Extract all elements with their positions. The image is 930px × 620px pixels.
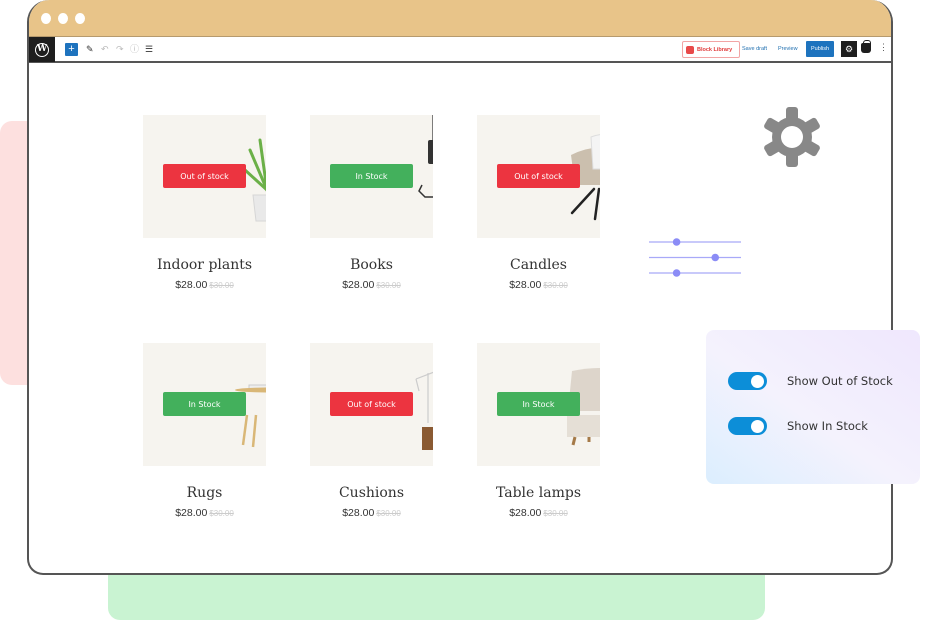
product-price: $28.00 $30.00 [143, 279, 266, 291]
stock-status-badge: In Stock [497, 392, 580, 416]
slider-handle[interactable] [672, 269, 681, 277]
edit-pencil-icon[interactable]: ✎ [86, 42, 94, 56]
product-image[interactable]: In Stock [477, 343, 600, 466]
list-view-icon[interactable]: ☰ [145, 42, 153, 56]
publish-button[interactable]: Publish [806, 41, 834, 57]
show-in-stock-toggle[interactable] [728, 417, 767, 435]
show-out-of-stock-toggle[interactable] [728, 372, 767, 390]
product-card[interactable]: Out of stock Candles $28.00 $30.00 [477, 115, 600, 291]
product-price: $28.00 $30.00 [477, 507, 600, 519]
toggle-row-out-of-stock: Show Out of Stock [728, 372, 893, 390]
block-library-bag-icon [686, 45, 694, 54]
original-price: $30.00 [543, 509, 568, 518]
current-price: $28.00 [342, 507, 375, 519]
product-name[interactable]: Table lamps [477, 485, 600, 501]
product-name[interactable]: Books [310, 257, 433, 273]
current-price: $28.00 [342, 279, 375, 291]
original-price: $30.00 [376, 509, 401, 518]
block-library-button[interactable]: Block Library [682, 41, 740, 58]
product-card[interactable]: In Stock Books $28.00 $30.00 [310, 115, 433, 291]
shopping-bag-icon[interactable] [861, 40, 871, 53]
undo-icon[interactable]: ↶ [101, 42, 109, 56]
more-options-icon[interactable]: ⋮ [879, 43, 888, 52]
product-card[interactable]: Out of stock Indoor plants $28.00 $30.00 [143, 115, 266, 291]
slider-handle[interactable] [711, 253, 720, 262]
info-icon[interactable]: ⓘ [130, 42, 139, 56]
product-card[interactable]: In Stock Rugs $28.00 $30.00 [143, 343, 266, 519]
show-out-of-stock-label: Show Out of Stock [787, 374, 893, 388]
save-draft-button[interactable]: Save draft [742, 46, 767, 52]
product-name[interactable]: Rugs [143, 485, 266, 501]
product-price: $28.00 $30.00 [310, 507, 433, 519]
product-image[interactable]: Out of stock [477, 115, 600, 238]
product-price: $28.00 $30.00 [143, 507, 266, 519]
slider-handle[interactable] [672, 238, 681, 246]
window-minimize-dot[interactable] [58, 13, 68, 24]
product-image[interactable]: Out of stock [143, 115, 266, 238]
show-in-stock-label: Show In Stock [787, 419, 868, 433]
toggle-row-in-stock: Show In Stock [728, 417, 868, 435]
original-price: $30.00 [543, 281, 568, 290]
block-library-label: Block Library [697, 46, 733, 53]
settings-gear-icon: ⚙ [844, 43, 854, 54]
wordpress-icon: W [35, 42, 49, 57]
stock-status-badge: Out of stock [163, 164, 246, 188]
window-close-dot[interactable] [41, 13, 51, 24]
redo-icon[interactable]: ↷ [116, 42, 124, 56]
product-card[interactable]: In Stock Table lamps $28.00 $30.00 [477, 343, 600, 519]
current-price: $28.00 [509, 507, 542, 519]
product-price: $28.00 $30.00 [310, 279, 433, 291]
product-name[interactable]: Indoor plants [143, 257, 266, 273]
product-name[interactable]: Candles [477, 257, 600, 273]
window-maximize-dot[interactable] [75, 13, 85, 24]
product-card[interactable]: Out of stock Cushions $28.00 $30.00 [310, 343, 433, 519]
preview-button[interactable]: Preview [778, 46, 798, 52]
original-price: $30.00 [376, 281, 401, 290]
product-image[interactable]: In Stock [143, 343, 266, 466]
stock-status-badge: In Stock [330, 164, 413, 188]
editor-toolbar: W + ✎ ↶ ↷ ⓘ ☰ Block Library Save draft P… [29, 37, 891, 63]
sliders-icon [649, 238, 741, 277]
original-price: $30.00 [209, 509, 234, 518]
stock-status-badge: Out of stock [330, 392, 413, 416]
gear-icon [764, 107, 820, 167]
product-price: $28.00 $30.00 [477, 279, 600, 291]
current-price: $28.00 [175, 279, 208, 291]
stock-status-badge: Out of stock [497, 164, 580, 188]
current-price: $28.00 [175, 507, 208, 519]
add-block-button[interactable]: + [65, 43, 78, 56]
product-image[interactable]: In Stock [310, 115, 433, 238]
product-name[interactable]: Cushions [310, 485, 433, 501]
settings-button[interactable]: ⚙ [841, 41, 857, 57]
stock-status-badge: In Stock [163, 392, 246, 416]
wordpress-logo-button[interactable]: W [29, 37, 55, 62]
window-titlebar [29, 0, 891, 37]
current-price: $28.00 [509, 279, 542, 291]
product-image[interactable]: Out of stock [310, 343, 433, 466]
stock-filter-panel: Show Out of Stock Show In Stock [706, 330, 920, 484]
original-price: $30.00 [209, 281, 234, 290]
